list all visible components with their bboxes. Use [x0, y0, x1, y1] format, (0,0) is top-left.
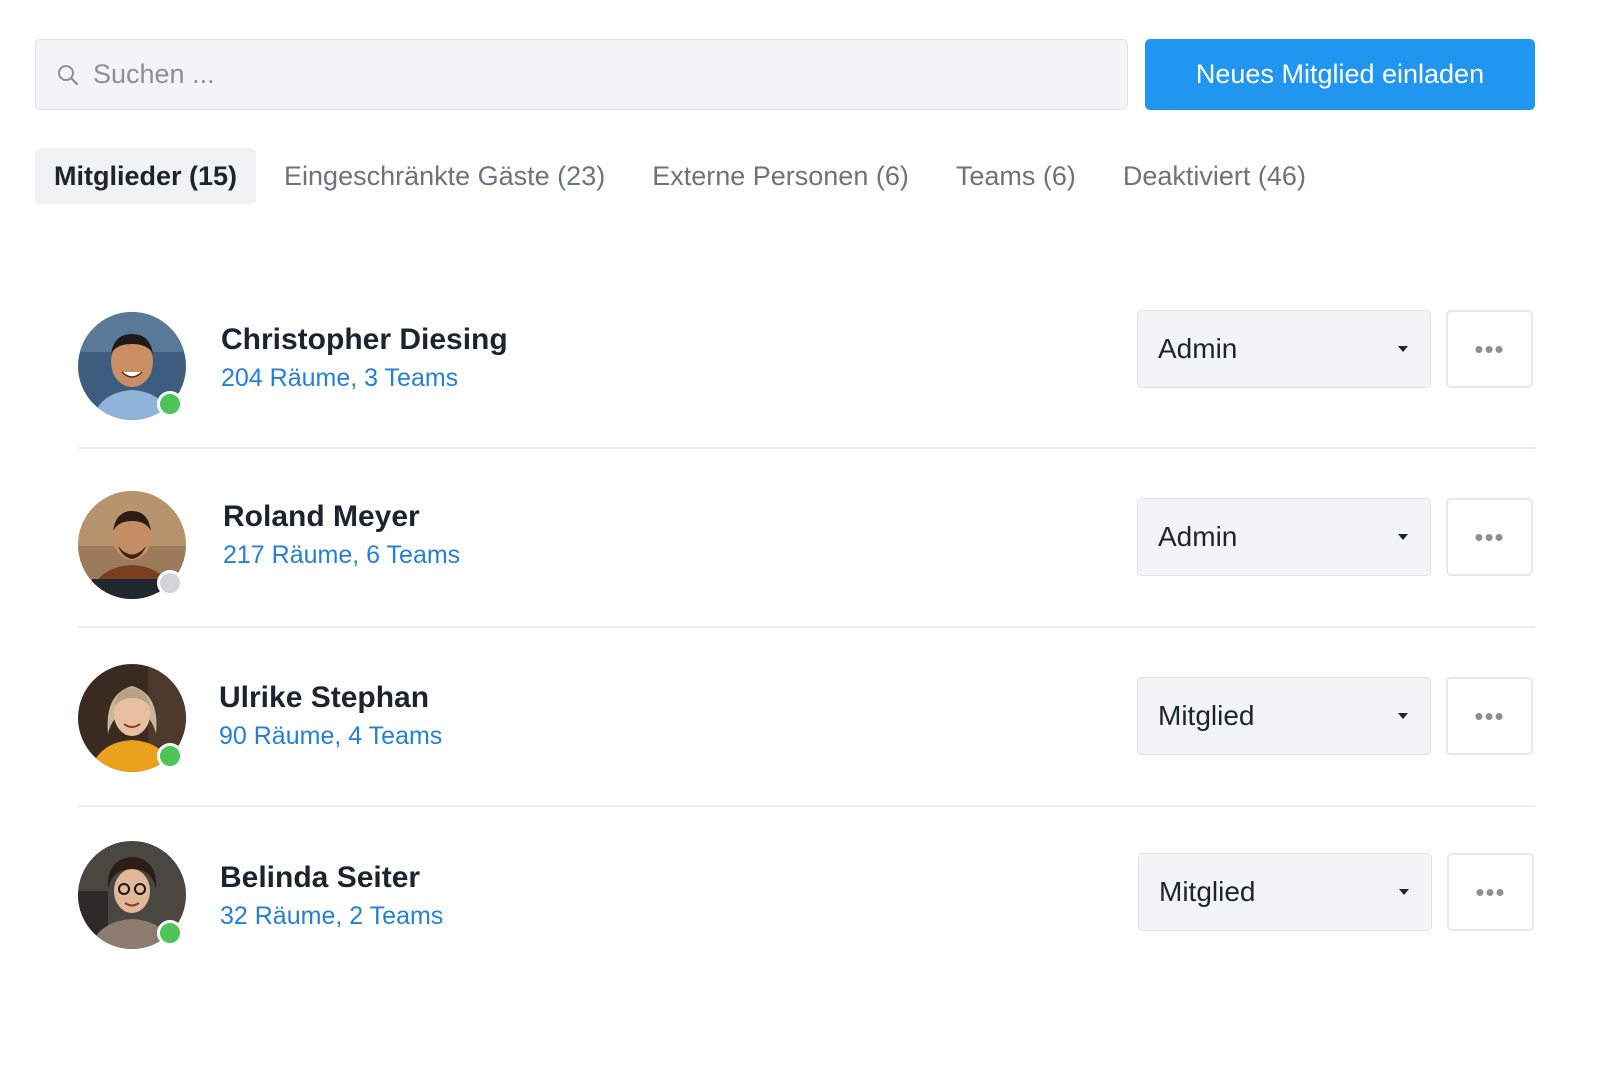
teams-link[interactable]: 6 Teams	[366, 541, 460, 569]
tab-teams[interactable]: Teams (6)	[937, 148, 1095, 204]
role-dropdown[interactable]: Admin	[1137, 310, 1431, 388]
role-dropdown[interactable]: Admin	[1137, 498, 1431, 576]
avatar[interactable]	[78, 841, 186, 949]
more-icon: •••	[1474, 700, 1505, 731]
more-button[interactable]: •••	[1446, 498, 1533, 576]
avatar[interactable]	[78, 312, 186, 420]
tab-external-persons[interactable]: Externe Personen (6)	[633, 148, 928, 204]
member-info: Roland Meyer 217 Räume, 6 Teams	[223, 499, 460, 571]
meta-separator: ,	[350, 364, 358, 392]
chevron-down-icon	[1398, 534, 1408, 540]
status-dot-icon	[157, 743, 183, 769]
member-row: Belinda Seiter 32 Räume, 2 Teams Mitglie…	[78, 807, 1535, 986]
search-bar[interactable]	[35, 39, 1128, 110]
member-meta: 90 Räume, 4 Teams	[219, 720, 442, 752]
member-name: Christopher Diesing	[221, 323, 508, 356]
role-value: Mitglied	[1159, 876, 1256, 907]
chevron-down-icon	[1398, 713, 1408, 719]
tab-deactivated[interactable]: Deaktiviert (46)	[1104, 148, 1325, 204]
status-dot-icon	[157, 570, 183, 596]
search-input[interactable]	[93, 40, 1127, 109]
role-value: Mitglied	[1158, 700, 1255, 731]
teams-link[interactable]: 4 Teams	[348, 722, 442, 750]
chevron-down-icon	[1398, 346, 1408, 352]
role-dropdown[interactable]: Mitglied	[1138, 853, 1432, 931]
more-button[interactable]: •••	[1447, 853, 1534, 931]
rooms-link[interactable]: 32 Räume	[220, 902, 335, 930]
invite-member-button[interactable]: Neues Mitglied einladen	[1145, 39, 1535, 110]
status-dot-icon	[157, 920, 183, 946]
role-value: Admin	[1158, 333, 1238, 364]
member-info: Christopher Diesing 204 Räume, 3 Teams	[221, 322, 508, 394]
rooms-link[interactable]: 90 Räume	[219, 722, 334, 750]
more-icon: •••	[1474, 333, 1505, 364]
member-name: Roland Meyer	[223, 500, 420, 533]
role-value: Admin	[1158, 521, 1238, 552]
tab-restricted-guests[interactable]: Eingeschränkte Gäste (23)	[265, 148, 624, 204]
member-list: Christopher Diesing 204 Räume, 3 Teams A…	[78, 270, 1535, 986]
role-dropdown[interactable]: Mitglied	[1137, 677, 1431, 755]
more-button[interactable]: •••	[1446, 677, 1533, 755]
member-meta: 32 Räume, 2 Teams	[220, 900, 443, 932]
member-row: Ulrike Stephan 90 Räume, 4 Teams Mitglie…	[78, 628, 1535, 807]
teams-link[interactable]: 2 Teams	[349, 902, 443, 930]
member-row: Roland Meyer 217 Räume, 6 Teams Admin ••…	[78, 449, 1535, 628]
search-icon	[55, 62, 81, 88]
avatar[interactable]	[78, 491, 186, 599]
member-meta: 204 Räume, 3 Teams	[221, 362, 508, 394]
meta-separator: ,	[352, 541, 360, 569]
more-icon: •••	[1474, 521, 1505, 552]
more-icon: •••	[1475, 876, 1506, 907]
meta-separator: ,	[335, 902, 343, 930]
member-name: Ulrike Stephan	[219, 681, 430, 714]
teams-link[interactable]: 3 Teams	[364, 364, 458, 392]
tab-members[interactable]: Mitglieder (15)	[35, 148, 257, 204]
status-dot-icon	[157, 391, 183, 417]
more-button[interactable]: •••	[1446, 310, 1533, 388]
member-meta: 217 Räume, 6 Teams	[223, 539, 460, 571]
rooms-link[interactable]: 217 Räume	[223, 541, 352, 569]
avatar[interactable]	[78, 664, 186, 772]
tab-bar: Mitglieder (15) Eingeschränkte Gäste (23…	[35, 148, 1334, 204]
rooms-link[interactable]: 204 Räume	[221, 364, 350, 392]
member-name: Belinda Seiter	[220, 861, 421, 894]
member-info: Belinda Seiter 32 Räume, 2 Teams	[220, 860, 443, 932]
member-info: Ulrike Stephan 90 Räume, 4 Teams	[219, 680, 442, 752]
chevron-down-icon	[1399, 889, 1409, 895]
member-row: Christopher Diesing 204 Räume, 3 Teams A…	[78, 270, 1535, 449]
meta-separator: ,	[334, 722, 342, 750]
